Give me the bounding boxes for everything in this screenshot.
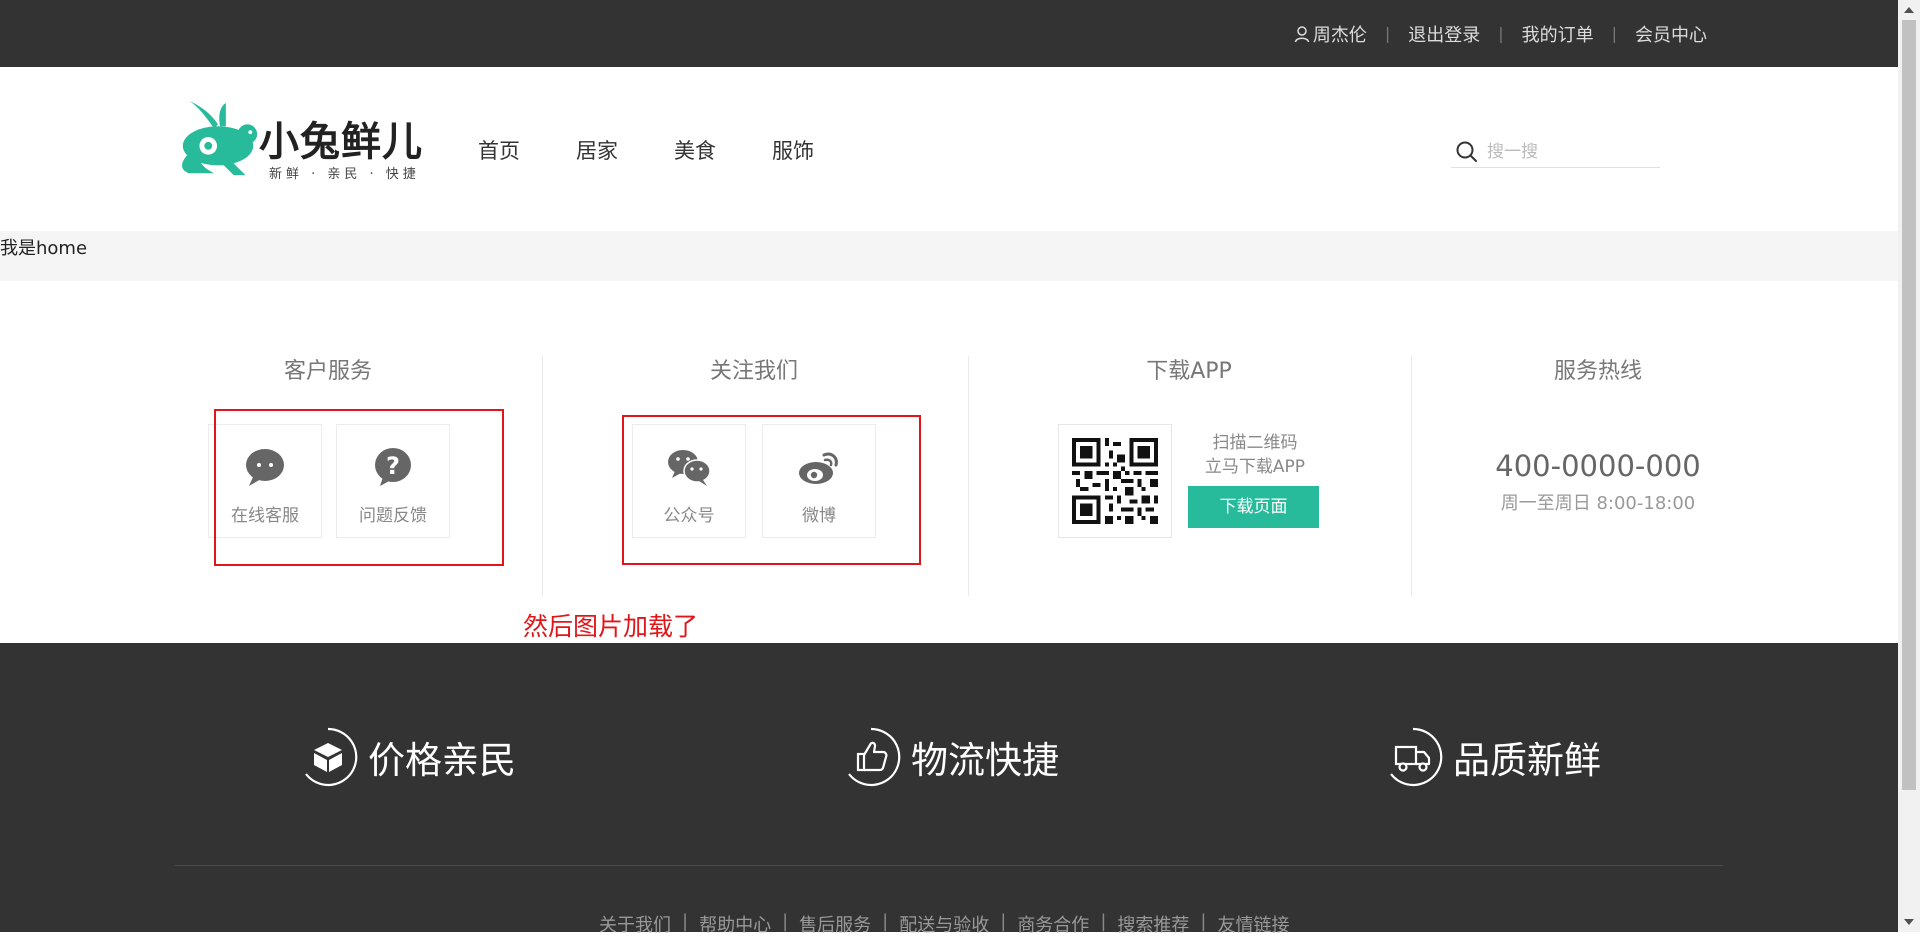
footer-separator: | xyxy=(1100,911,1107,932)
column-divider xyxy=(1411,356,1412,596)
footer-separator: | xyxy=(1000,911,1007,932)
download-hint-line2: 立马下载APP xyxy=(1204,457,1306,477)
nav-food[interactable]: 美食 xyxy=(674,135,716,165)
footer-separator: | xyxy=(682,911,689,932)
top-separator: | xyxy=(1498,24,1504,43)
hotline-hours: 周一至周日 8:00-18:00 xyxy=(1500,493,1696,514)
member-center-link[interactable]: 会员中心 xyxy=(1635,21,1707,47)
nav-home-living[interactable]: 居家 xyxy=(576,135,618,165)
main-nav: 首页 居家 美食 服饰 xyxy=(478,135,870,165)
feature-quality-label: 品质新鲜 xyxy=(1453,739,1601,782)
column-divider xyxy=(968,356,969,596)
footer-separator: | xyxy=(882,911,889,932)
download-hint: 扫描二维码 立马下载APP xyxy=(1190,431,1320,479)
top-separator: | xyxy=(1384,24,1391,43)
qr-code xyxy=(1058,424,1172,538)
thumbs-up-icon xyxy=(848,727,901,787)
logo-title: 小兔鲜儿 xyxy=(259,119,423,165)
my-orders-link[interactable]: 我的订单 xyxy=(1522,21,1594,47)
footer-link-business[interactable]: 商务合作 xyxy=(1017,911,1089,937)
footer-separator: | xyxy=(782,911,789,932)
customer-service-title: 客户服务 xyxy=(283,359,372,384)
truck-icon xyxy=(1390,727,1443,787)
search-icon[interactable] xyxy=(1455,140,1479,164)
column-divider xyxy=(542,356,543,596)
feature-quality: 品质新鲜 xyxy=(1383,727,1601,787)
top-nav: 周杰伦 | 退出登录 | 我的订单 | 会员中心 xyxy=(1294,0,1707,67)
feature-logistics-label: 物流快捷 xyxy=(911,739,1059,782)
download-page-button[interactable]: 下载页面 xyxy=(1188,486,1319,528)
qr-code-icon xyxy=(1072,438,1158,524)
feature-logistics: 物流快捷 xyxy=(841,727,1059,787)
footer-divider xyxy=(175,865,1723,866)
hotline-number: 400-0000-000 xyxy=(1495,449,1701,483)
feature-price: 价格亲民 xyxy=(298,727,516,787)
footer-link-delivery[interactable]: 配送与验收 xyxy=(899,911,989,937)
user-link[interactable]: 周杰伦 xyxy=(1294,21,1367,47)
annotation-text: 然后图片加载了 xyxy=(523,612,699,641)
annotation-box xyxy=(214,409,504,566)
footer: 价格亲民 物流快捷 品质新鲜 关于我们 | 帮助中心 | 售后服务 | 配送与验… xyxy=(0,643,1898,936)
scroll-up-arrow-icon[interactable] xyxy=(1898,0,1920,20)
search-input[interactable] xyxy=(1485,141,1659,163)
rabbit-logo-icon xyxy=(182,100,258,176)
annotation-box xyxy=(622,415,921,565)
nav-home[interactable]: 首页 xyxy=(478,135,520,165)
search-box xyxy=(1451,137,1660,168)
footer-link-after-sales[interactable]: 售后服务 xyxy=(799,911,871,937)
footer-separator: | xyxy=(1200,911,1207,932)
user-icon xyxy=(1294,25,1310,42)
user-name: 周杰伦 xyxy=(1312,24,1367,46)
top-bar: 周杰伦 | 退出登录 | 我的订单 | 会员中心 xyxy=(0,0,1898,67)
scroll-thumb[interactable] xyxy=(1902,20,1916,790)
scrollbar[interactable] xyxy=(1898,0,1920,932)
logo-subtitle: 新鲜 · 亲民 · 快捷 xyxy=(269,167,420,182)
feature-price-label: 价格亲民 xyxy=(368,739,516,782)
download-app-title: 下载APP xyxy=(1146,359,1232,384)
service-section: 客户服务 在线客服 ? 问题反馈 关注我们 公众号 微博 然后图片加载了 下载A… xyxy=(0,281,1898,643)
download-hint-line1: 扫描二维码 xyxy=(1212,433,1298,453)
footer-link-friends[interactable]: 友情链接 xyxy=(1217,911,1289,937)
top-separator: | xyxy=(1611,24,1617,43)
box-icon xyxy=(305,727,358,787)
home-text: 我是home xyxy=(0,238,88,259)
footer-link-search[interactable]: 搜索推荐 xyxy=(1117,911,1189,937)
home-content: 我是home xyxy=(0,231,1898,281)
footer-link-about[interactable]: 关于我们 xyxy=(599,911,671,937)
logout-link[interactable]: 退出登录 xyxy=(1408,21,1480,47)
hotline-title: 服务热线 xyxy=(1553,359,1642,384)
logo[interactable]: 小兔鲜儿 新鲜 · 亲民 · 快捷 xyxy=(175,95,425,190)
nav-clothing[interactable]: 服饰 xyxy=(772,135,814,165)
scroll-down-arrow-icon[interactable] xyxy=(1898,912,1920,932)
footer-link-help[interactable]: 帮助中心 xyxy=(699,911,771,937)
header: 小兔鲜儿 新鲜 · 亲民 · 快捷 首页 居家 美食 服饰 xyxy=(0,67,1898,231)
follow-us-title: 关注我们 xyxy=(709,359,798,384)
footer-links: 关于我们 | 帮助中心 | 售后服务 | 配送与验收 | 商务合作 | 搜索推荐… xyxy=(599,911,1289,937)
